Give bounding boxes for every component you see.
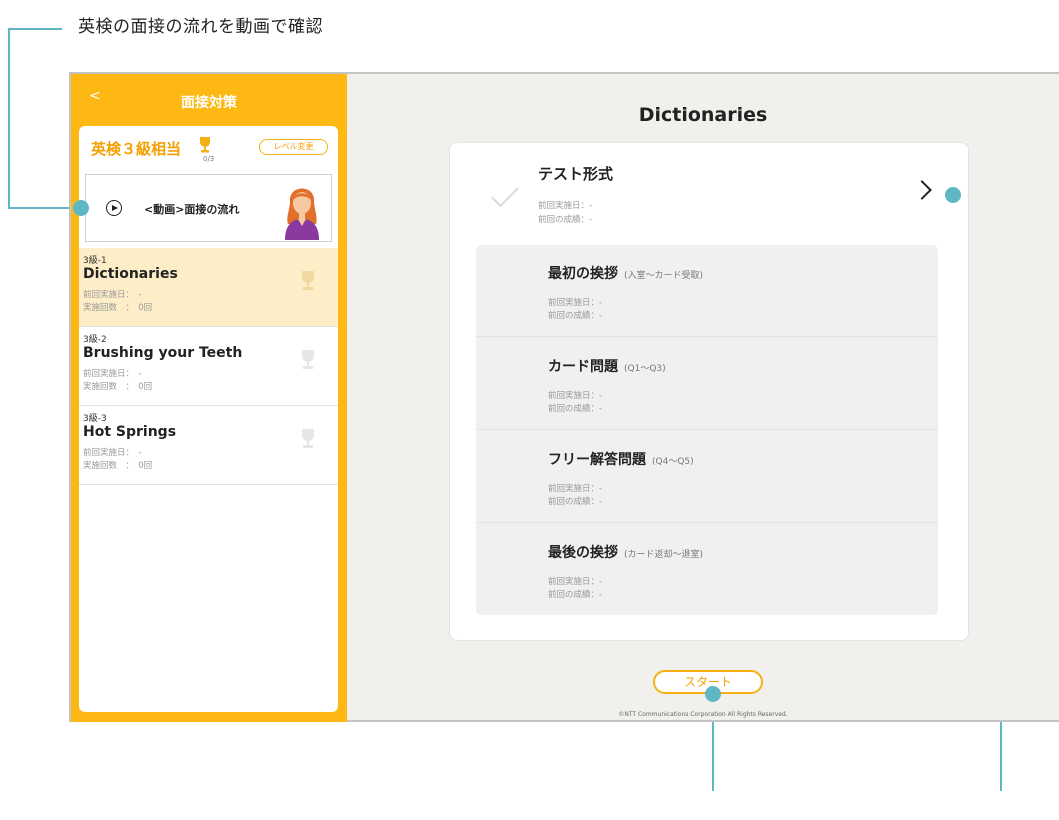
lesson-title: Dictionaries — [83, 266, 178, 282]
section-item[interactable]: 最初の挨拶 (入室〜カード受取) 前回実施日：- 前回の成績：- — [476, 245, 938, 337]
callout-line — [8, 28, 10, 209]
trophy-icon — [300, 428, 316, 454]
section-title: カード問題 (Q1〜Q3) — [548, 359, 666, 375]
section-item[interactable]: カード問題 (Q1〜Q3) 前回実施日：- 前回の成績：- — [476, 338, 938, 430]
test-format-title[interactable]: テスト形式 — [538, 163, 613, 184]
sidebar-panel: 英検３級相当 0/3 レベル変更 <動画>面接の流れ 3級-1 Dictiona… — [79, 126, 338, 712]
level-change-button[interactable]: レベル変更 — [259, 139, 328, 155]
section-title: 最初の挨拶 (入室〜カード受取) — [548, 266, 704, 282]
lesson-last-date: 前回実施日： - — [83, 448, 142, 458]
callout-line — [8, 28, 62, 30]
section-title: 最後の挨拶 (カード返却〜退室) — [548, 545, 704, 561]
lesson-title: Hot Springs — [83, 424, 177, 440]
section-last-date: 前回実施日：- — [548, 298, 603, 308]
practice-card: テスト形式 前回実施日：- 前回の成績：- 最初の挨拶 (入室〜カード受取) 前回… — [449, 142, 969, 641]
lesson-count: 実施回数 ： 0回 — [83, 382, 153, 392]
level-label: 英検３級相当 — [91, 140, 182, 158]
callout-dot — [945, 187, 961, 203]
section-item[interactable]: 最後の挨拶 (カード返却〜退室) 前回実施日：- 前回の成績：- — [476, 524, 938, 616]
section-title: フリー解答問題 (Q4〜Q5) — [548, 452, 694, 468]
lesson-code: 3級-3 — [83, 414, 107, 424]
page-title: Dictionaries — [638, 104, 768, 126]
section-last-result: 前回の成績：- — [548, 404, 603, 414]
check-icon — [491, 179, 519, 208]
lesson-count: 実施回数 ： 0回 — [83, 461, 153, 471]
app-window: < 面接対策 英検３級相当 0/3 レベル変更 <動画>面接の流れ 3級-1 D… — [69, 72, 1059, 722]
lesson-item[interactable]: 3級-2 Brushing your Teeth 前回実施日： - 実施回数 ：… — [79, 327, 338, 406]
lesson-count: 実施回数 ： 0回 — [83, 303, 153, 313]
flow-video-card[interactable]: <動画>面接の流れ — [85, 174, 332, 242]
lesson-code: 3級-1 — [83, 256, 107, 266]
sidebar: < 面接対策 英検３級相当 0/3 レベル変更 <動画>面接の流れ 3級-1 D… — [71, 74, 347, 722]
section-last-date: 前回実施日：- — [548, 484, 603, 494]
lesson-last-date: 前回実施日： - — [83, 290, 142, 300]
section-last-result: 前回の成績：- — [548, 497, 603, 507]
section-list: 最初の挨拶 (入室〜カード受取) 前回実施日：- 前回の成績：- カード問題 (Q1… — [476, 245, 938, 615]
lesson-item[interactable]: 3級-3 Hot Springs 前回実施日： - 実施回数 ： 0回 — [79, 406, 338, 485]
section-last-result: 前回の成績：- — [548, 311, 603, 321]
section-item[interactable]: フリー解答問題 (Q4〜Q5) 前回実施日：- 前回の成績：- — [476, 431, 938, 523]
sidebar-title: 面接対策 — [181, 95, 237, 111]
trophy-count: 0/3 — [203, 155, 215, 163]
annotation-caption: 英検の面接の流れを動画で確認 — [78, 17, 323, 37]
sidebar-header: < 面接対策 — [71, 74, 347, 126]
trophy-icon — [300, 349, 316, 375]
play-icon[interactable] — [106, 200, 122, 216]
section-last-date: 前回実施日：- — [548, 391, 603, 401]
lesson-last-date: 前回実施日： - — [83, 369, 142, 379]
test-last-result: 前回の成績：- — [538, 215, 593, 225]
lesson-code: 3級-2 — [83, 335, 107, 345]
section-last-result: 前回の成績：- — [548, 590, 603, 600]
chevron-right-icon[interactable] — [912, 180, 932, 200]
video-label: <動画>面接の流れ — [144, 203, 240, 216]
section-last-date: 前回実施日：- — [548, 577, 603, 587]
copyright: ©NTT Communications Corporation All Righ… — [618, 711, 788, 718]
lesson-title: Brushing your Teeth — [83, 345, 243, 361]
trophy-icon — [300, 270, 316, 296]
lesson-item[interactable]: 3級-1 Dictionaries 前回実施日： - 実施回数 ： 0回 — [79, 248, 338, 327]
callout-dot — [705, 686, 721, 702]
callout-dot — [73, 200, 89, 216]
test-last-date: 前回実施日：- — [538, 201, 593, 211]
avatar — [282, 178, 322, 244]
level-row: 英検３級相当 0/3 レベル変更 — [79, 126, 338, 170]
